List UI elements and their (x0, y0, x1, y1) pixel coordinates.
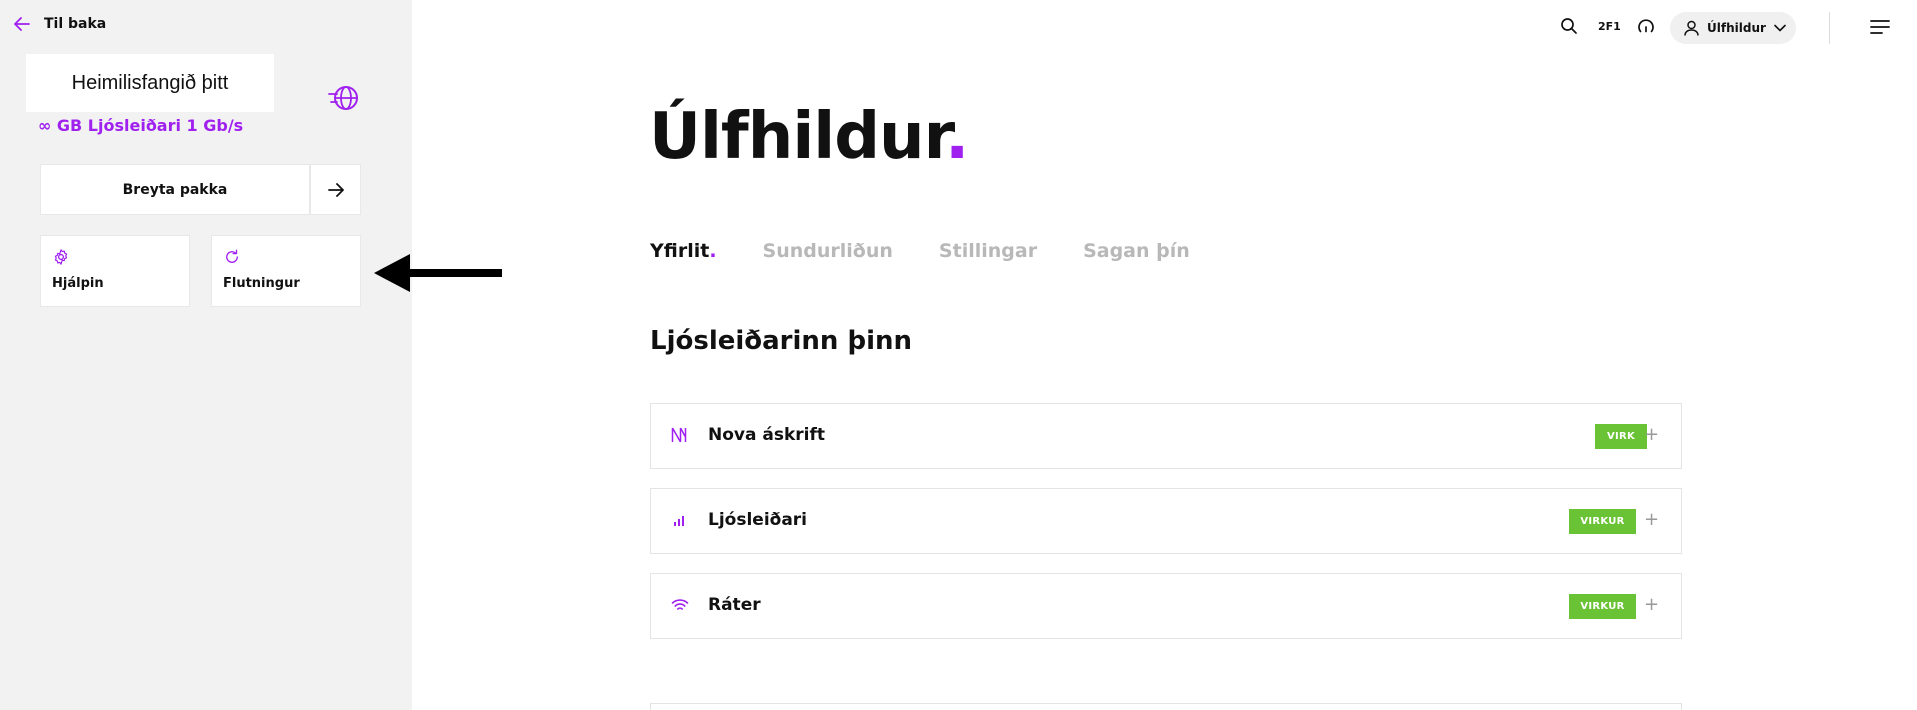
wifi-icon (671, 599, 689, 610)
status-badge: VIRKUR (1569, 594, 1636, 619)
user-name: Úlfhildur (1707, 21, 1766, 35)
tab-settings[interactable]: Stillingar (939, 240, 1037, 262)
search-icon[interactable] (1560, 17, 1578, 35)
tab-overview[interactable]: Yfirlit. (650, 240, 717, 262)
change-package-label: Breyta pakka (122, 181, 228, 198)
service-name: Ráter (708, 595, 761, 615)
address-label: Heimilisfangið þitt (71, 71, 229, 94)
tab-breakdown[interactable]: Sundurliðun (763, 240, 893, 262)
back-label: Til baka (44, 16, 107, 32)
page-title-dot: . (945, 100, 969, 174)
twofone-link[interactable]: 2F1 (1598, 20, 1621, 33)
help-tile[interactable]: Hjálpin (40, 235, 190, 307)
service-card-nova[interactable]: Nova áskrift VIRK + (650, 403, 1682, 469)
service-name: Ljósleiðari (708, 510, 808, 530)
status-badge: VIRKUR (1569, 509, 1636, 534)
moving-tile-label: Flutningur (223, 276, 300, 291)
arrow-left-pointer-icon (374, 254, 502, 292)
expand-plus-icon[interactable]: + (1644, 594, 1659, 615)
expand-plus-icon[interactable]: + (1644, 424, 1659, 445)
chevron-down-icon (1774, 24, 1786, 32)
tab-overview-label: Yfirlit (650, 240, 710, 262)
menu-icon[interactable] (1870, 19, 1890, 35)
change-package-button[interactable]: Breyta pakka (40, 164, 310, 215)
sidebar: Til baka Heimilisfangið þitt ∞ GB Ljósle… (0, 0, 502, 710)
tab-overview-dot: . (709, 240, 717, 262)
service-name: Nova áskrift (708, 425, 826, 445)
service-card-router[interactable]: Ráter VIRKUR + (650, 573, 1682, 639)
moving-tile[interactable]: Flutningur (211, 235, 361, 307)
address-box: Heimilisfangið þitt (26, 54, 274, 112)
nova-logo-icon (671, 427, 687, 443)
status-badge: VIRK (1595, 424, 1647, 449)
tab-history[interactable]: Sagan þín (1083, 240, 1190, 262)
tab-bar: Yfirlit. Sundurliðun Stillingar Sagan þí… (650, 240, 1236, 262)
arrow-right-icon (327, 182, 344, 197)
speedometer-icon[interactable] (1637, 17, 1655, 35)
header-divider (1829, 12, 1830, 44)
arrow-left-icon (14, 17, 30, 31)
back-link[interactable]: Til baka (14, 16, 106, 32)
service-card-partial (650, 703, 1682, 710)
user-icon (1684, 20, 1699, 36)
gear-icon (54, 249, 68, 265)
refresh-icon (226, 249, 238, 263)
user-menu-button[interactable]: Úlfhildur (1670, 12, 1796, 44)
help-tile-label: Hjálpin (52, 276, 104, 291)
page-title: Úlfhildur. (649, 100, 969, 174)
plan-label: ∞ GB Ljósleiðari 1 Gb/s (38, 116, 244, 135)
fast-globe-icon (328, 86, 358, 110)
change-package-arrow-button[interactable] (310, 164, 361, 215)
page-title-text: Úlfhildur (649, 100, 946, 174)
signal-bars-icon (674, 516, 684, 526)
service-card-fiber[interactable]: Ljósleiðari VIRKUR + (650, 488, 1682, 554)
expand-plus-icon[interactable]: + (1644, 509, 1659, 530)
section-title: Ljósleiðarinn þinn (650, 326, 913, 356)
